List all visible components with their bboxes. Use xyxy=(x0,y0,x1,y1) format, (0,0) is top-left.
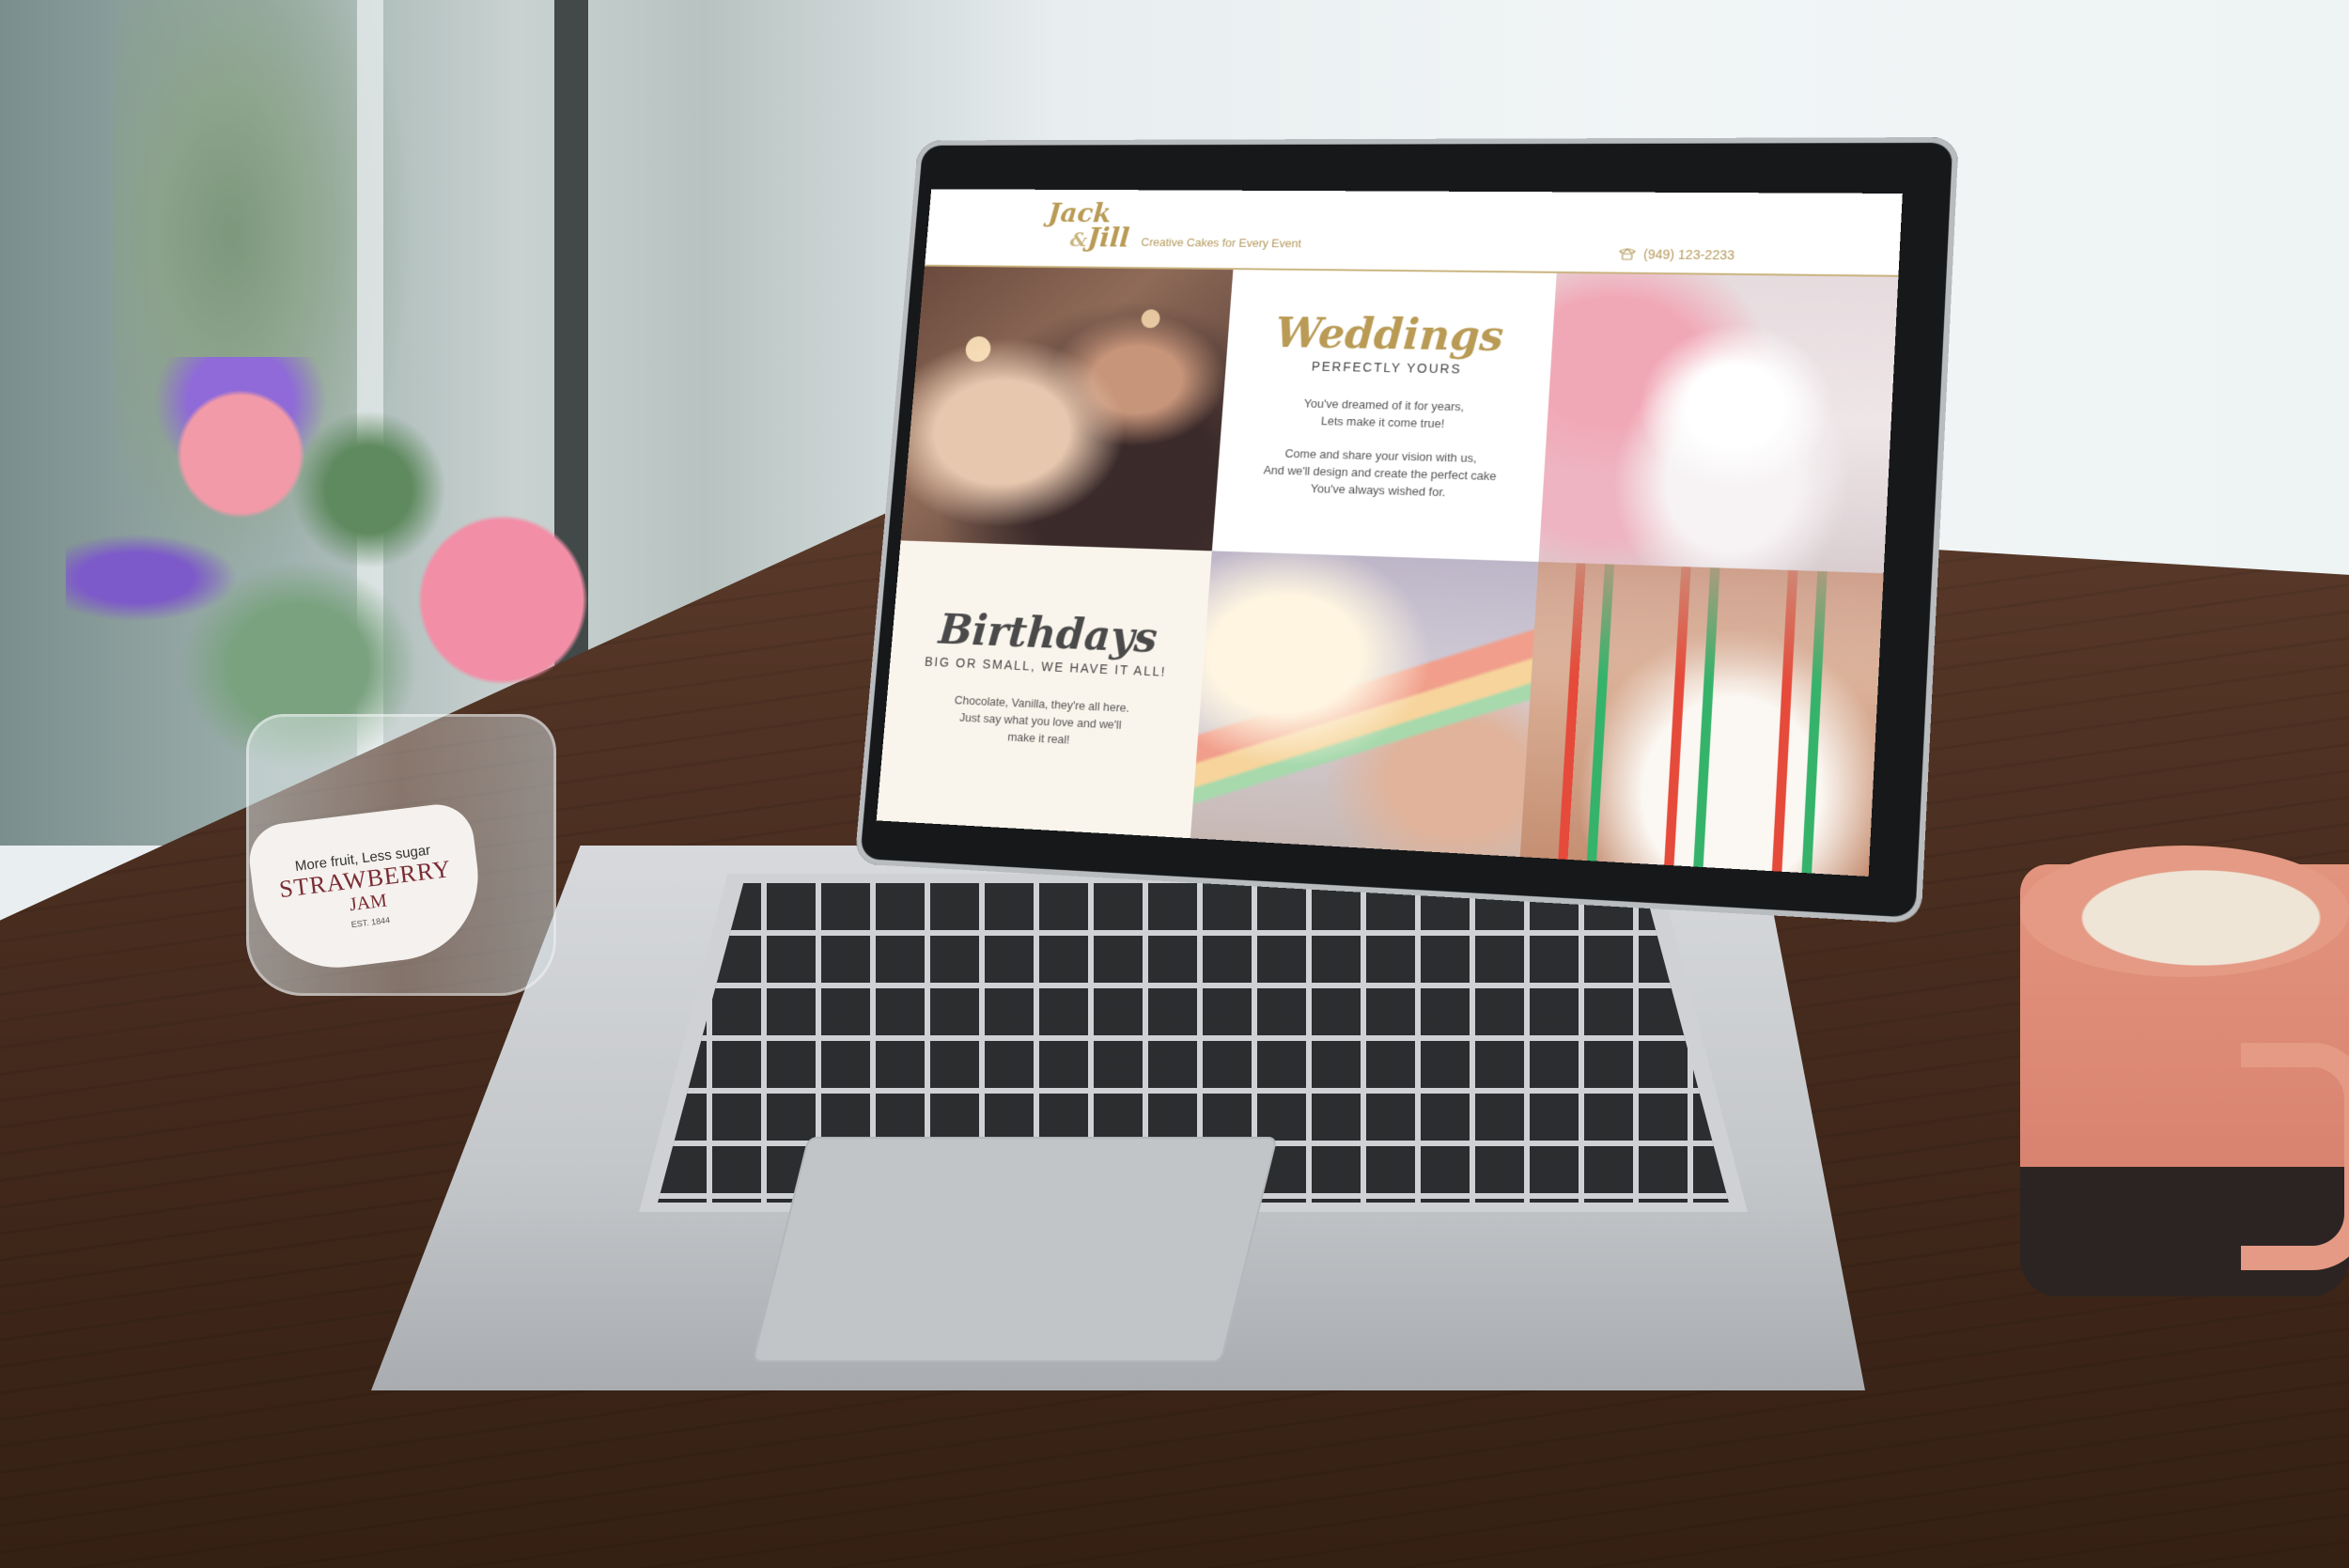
site-header: Jack &Jill Creative Cakes for Every Even… xyxy=(925,189,1903,277)
birthdays-line: Just say what you love and we'll xyxy=(958,710,1123,732)
site-tagline: Creative Cakes for Every Event xyxy=(1140,235,1302,251)
birthdays-title: Birthdays xyxy=(937,604,1159,662)
laptop-screen: Jack &Jill Creative Cakes for Every Even… xyxy=(876,189,1903,877)
birthdays-panel: Birthdays BIG OR SMALL, WE HAVE IT ALL! … xyxy=(876,540,1212,839)
weddings-title: Weddings xyxy=(1273,308,1505,361)
weddings-line: Lets make it come true! xyxy=(1320,413,1445,431)
logo-ampersand: & xyxy=(1068,228,1089,252)
weddings-subtitle: PERFECTLY YOURS xyxy=(1311,359,1463,377)
birthdays-line: make it real! xyxy=(1006,729,1071,747)
weddings-line: You've dreamed of it for years, xyxy=(1303,396,1465,414)
weddings-panel: Weddings PERFECTLY YOURS You've dreamed … xyxy=(1211,270,1558,562)
logo-jill: Jill xyxy=(1086,223,1131,255)
jar-est: EST. 1844 xyxy=(350,915,391,930)
couple-photo xyxy=(900,266,1234,551)
jar-product: JAM xyxy=(348,890,389,916)
site-logo[interactable]: Jack &Jill xyxy=(1045,198,1132,255)
content-grid: Weddings PERFECTLY YOURS You've dreamed … xyxy=(876,266,1899,877)
weddings-line: Come and share your vision with us, xyxy=(1284,446,1478,465)
phone-contact[interactable]: (949) 123-2233 xyxy=(1619,246,1735,262)
weddings-copy: You've dreamed of it for years, Lets mak… xyxy=(1260,394,1501,519)
birthdays-copy: Chocolate, Vanilla, they're all here. Ju… xyxy=(950,691,1130,768)
weddings-line: You've always wished for. xyxy=(1310,481,1446,500)
cake-slice-photo xyxy=(1190,551,1539,858)
trackpad[interactable] xyxy=(752,1137,1278,1362)
wedding-cake-photo xyxy=(1538,272,1899,574)
weddings-line: And we'll design and create the perfect … xyxy=(1263,462,1498,484)
coffee-surface xyxy=(2020,846,2349,977)
birthday-cake-photo xyxy=(1520,561,1884,877)
phone-number: (949) 123-2233 xyxy=(1642,246,1735,263)
mug-handle xyxy=(2241,1043,2349,1270)
phone-icon xyxy=(1619,247,1637,260)
